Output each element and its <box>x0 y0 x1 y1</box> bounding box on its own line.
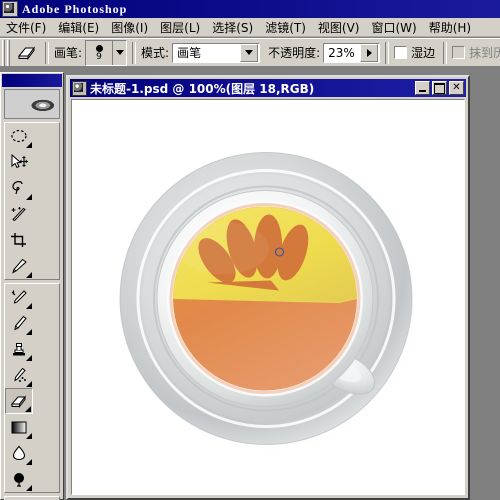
options-separator-3 <box>385 41 390 64</box>
erase-to-history-checkbox <box>452 46 466 59</box>
toolbox-group-painting <box>4 283 60 493</box>
document-window: 未标题-1.psd @ 100%(图层 18,RGB) ✕ <box>66 75 470 500</box>
slice-tool[interactable] <box>5 253 33 279</box>
application-title: Adobe Photoshop <box>22 1 128 16</box>
options-separator-4 <box>443 41 448 64</box>
document-title: 未标题-1.psd @ 100%(图层 18,RGB) <box>90 81 315 96</box>
wet-edges-option[interactable]: 湿边 <box>394 44 438 61</box>
document-icon <box>72 80 87 96</box>
close-icon: ✕ <box>452 82 461 93</box>
brush-label: 画笔: <box>54 46 83 60</box>
wet-edges-label: 湿边 <box>411 46 436 60</box>
lasso-tool[interactable] <box>5 175 33 201</box>
flyout-triangle-icon <box>26 485 32 491</box>
maximize-button[interactable] <box>432 81 447 95</box>
window-buttons: ✕ <box>415 81 464 95</box>
dodge-tool[interactable] <box>5 466 33 492</box>
teacup-artwork <box>103 131 433 464</box>
menubar: 文件(F) 编辑(E) 图像(I) 图层(L) 选择(S) 滤镜(T) 视图(V… <box>0 18 500 37</box>
chevron-right-icon <box>366 48 372 57</box>
menu-item-layer[interactable]: 图层(L) <box>154 17 206 38</box>
brush-tip-dot <box>95 45 103 52</box>
erase-to-history-label: 抹到历 <box>469 46 500 60</box>
healing-brush-tool[interactable] <box>5 284 33 310</box>
wet-edges-checkbox[interactable] <box>394 46 408 59</box>
flyout-triangle-icon <box>25 406 31 412</box>
opacity-label: 不透明度: <box>268 46 321 60</box>
chevron-down-icon <box>245 50 254 55</box>
flyout-triangle-icon <box>26 329 32 335</box>
teacup-illustration <box>119 152 423 459</box>
flyout-triangle-icon <box>26 381 32 387</box>
chevron-down-icon <box>115 50 124 55</box>
application-titlebar: Adobe Photoshop <box>0 0 500 18</box>
image-canvas[interactable] <box>72 100 464 494</box>
blend-mode-dropdown-button[interactable] <box>240 43 259 62</box>
canvas-frame <box>71 99 465 495</box>
magic-wand-tool[interactable] <box>5 201 33 227</box>
stamp-tool[interactable] <box>5 336 33 362</box>
menu-item-filter[interactable]: 滤镜(T) <box>259 17 312 38</box>
paintbrush-tool[interactable] <box>5 310 33 336</box>
blend-mode-value: 画笔 <box>177 45 202 60</box>
minimize-icon <box>419 90 426 92</box>
menu-item-help[interactable]: 帮助(H) <box>423 17 477 38</box>
gradient-tool[interactable] <box>5 414 33 440</box>
flyout-triangle-icon <box>26 272 32 278</box>
brush-picker[interactable]: 9 <box>85 39 128 66</box>
erase-to-history-option: 抹到历 <box>452 44 500 61</box>
flyout-triangle-icon <box>26 355 32 361</box>
blend-mode-select[interactable]: 画笔 <box>172 42 261 63</box>
mode-label: 模式: <box>141 46 170 60</box>
marquee-tool[interactable] <box>5 123 33 149</box>
options-separator-1 <box>45 41 49 64</box>
options-bar-grip[interactable] <box>2 39 11 66</box>
blur-tool[interactable] <box>5 440 33 466</box>
menu-item-image[interactable]: 图像(I) <box>105 17 154 38</box>
toolbox-group-selection <box>4 122 60 280</box>
flyout-triangle-icon <box>26 142 32 148</box>
menu-item-select[interactable]: 选择(S) <box>206 17 259 38</box>
brush-size-value: 9 <box>96 52 102 62</box>
document-titlebar[interactable]: 未标题-1.psd @ 100%(图层 18,RGB) ✕ <box>70 79 466 97</box>
menu-item-window[interactable]: 窗口(W) <box>365 17 422 38</box>
toolbox-group-vector: T <box>4 496 60 500</box>
eraser-tool[interactable] <box>5 388 33 414</box>
photoshop-7-banner <box>4 89 60 119</box>
brush-preview-swatch: 9 <box>86 40 114 65</box>
move-tool[interactable] <box>5 149 33 175</box>
history-brush-tool[interactable] <box>5 362 33 388</box>
options-separator-2 <box>132 41 137 64</box>
crop-tool[interactable] <box>5 227 33 253</box>
photoshop-app-icon <box>2 1 18 17</box>
flyout-triangle-icon <box>26 303 32 309</box>
toolbox-palette: T <box>0 72 64 500</box>
opacity-field[interactable]: 23% <box>323 42 381 63</box>
brush-cursor <box>275 247 284 257</box>
maximize-icon <box>434 82 445 94</box>
opacity-stepper-button[interactable] <box>360 43 379 62</box>
photoshop-application: Adobe Photoshop 文件(F) 编辑(E) 图像(I) 图层(L) … <box>0 0 500 500</box>
toolbox-titlebar[interactable] <box>2 74 62 87</box>
flyout-triangle-icon <box>26 194 32 200</box>
eraser-icon[interactable] <box>14 41 40 65</box>
tool-options-bar: 画笔: 9 模式: 画笔 不透明度: 23% 湿边 抹到 <box>0 38 500 68</box>
minimize-button[interactable] <box>415 81 430 95</box>
brush-dropdown-button[interactable] <box>113 40 127 65</box>
menu-item-view[interactable]: 视图(V) <box>312 17 366 38</box>
opacity-value: 23% <box>328 45 355 60</box>
menu-item-edit[interactable]: 编辑(E) <box>52 17 105 38</box>
close-button[interactable]: ✕ <box>449 81 464 95</box>
flyout-triangle-icon <box>26 459 32 465</box>
menu-item-file[interactable]: 文件(F) <box>0 17 52 38</box>
flyout-triangle-icon <box>26 433 32 439</box>
